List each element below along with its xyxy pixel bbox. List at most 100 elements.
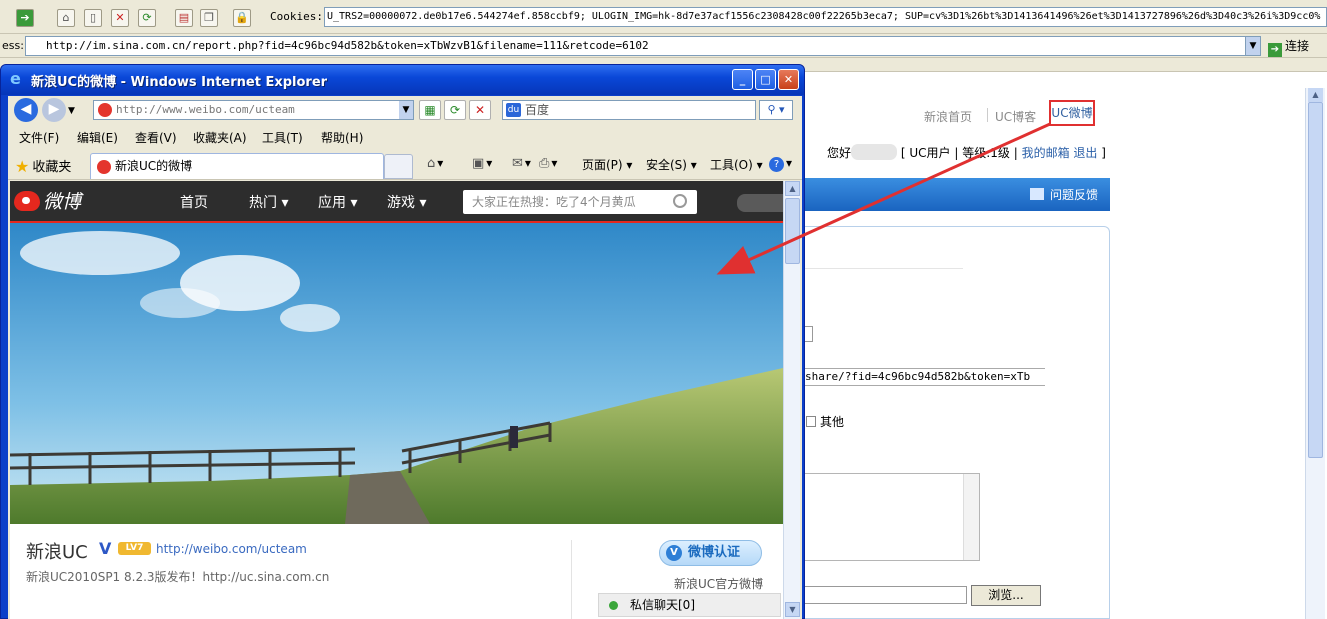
favorites-button[interactable]: ★ 收藏夹 [15, 156, 71, 176]
mailbox-link[interactable]: 我的邮箱 [1022, 146, 1070, 160]
popup-address-text: http://www.weibo.com/ucteam [116, 103, 295, 116]
menu-edit[interactable]: 编辑(E) [77, 129, 118, 146]
search-icon[interactable] [673, 194, 687, 208]
page-icon[interactable]: ▯ [84, 9, 102, 27]
nav-divider [987, 108, 988, 122]
weibo-favicon-icon [98, 103, 112, 117]
stop-icon[interactable]: ✕ [111, 9, 129, 27]
safety-menu-label: 安全(S) [646, 158, 687, 172]
textarea-scrollbar[interactable] [963, 474, 979, 560]
search-icon[interactable]: ⚲ ▾ [759, 100, 793, 120]
tools-menu[interactable]: 工具(O) ▾ [710, 156, 763, 173]
popup-menu-bar [8, 126, 802, 148]
user-level: 等级:1级 [962, 146, 1010, 160]
help-button[interactable]: ? ▾ [769, 156, 792, 172]
private-chat-bar[interactable]: 私信聊天[0] [598, 593, 781, 617]
nav-sina-home[interactable]: 新浪首页 [924, 108, 972, 125]
home-button[interactable]: ⌂ ▾ [427, 156, 443, 171]
minimize-button[interactable]: _ [732, 69, 753, 90]
address-input[interactable]: http://im.sina.com.cn/report.php?fid=4c9… [25, 36, 1261, 56]
file-input[interactable] [805, 586, 967, 604]
category-select[interactable] [805, 326, 813, 342]
scroll-down-icon[interactable]: ▼ [785, 602, 800, 617]
browse-button[interactable]: 浏览... [971, 585, 1041, 606]
tab-title: 新浪UC的微博 [115, 159, 193, 173]
refresh-icon[interactable]: ⟳ [444, 100, 466, 120]
scroll-thumb[interactable] [785, 198, 800, 264]
nav-uc-blog[interactable]: UC博客 [995, 108, 1036, 125]
mail-button[interactable]: ✉ ▾ [512, 156, 531, 171]
lock-icon[interactable]: 🔒 [233, 9, 251, 27]
weibo-user-blurred [737, 194, 783, 212]
safety-menu[interactable]: 安全(S) ▾ [646, 156, 697, 173]
tab-weibo[interactable]: 新浪UC的微博 [90, 153, 384, 179]
compat-view-icon[interactable]: ▦ [419, 100, 441, 120]
weibo-nav-apps[interactable]: 应用 ▾ [318, 192, 357, 212]
weibo-nav-hot[interactable]: 热门 ▾ [249, 192, 288, 212]
other-checkbox[interactable]: 其他 [806, 413, 844, 430]
weibo-search-input[interactable]: 大家正在热搜：吃了4个月黄瓜 [463, 190, 697, 214]
menu-favorites[interactable]: 收藏夹(A) [193, 129, 247, 146]
document-icon[interactable]: ▤ [175, 9, 193, 27]
user-type: [ UC用户 | [900, 146, 959, 160]
weibo-nav-games-label: 游戏 [387, 195, 415, 211]
home-icon[interactable]: ⌂ [57, 9, 75, 27]
forward-icon[interactable]: ➔ [16, 9, 34, 27]
feedback-link[interactable]: 问题反馈 [1030, 186, 1098, 203]
star-icon: ★ [15, 157, 30, 176]
new-tab-button[interactable] [384, 154, 413, 179]
popup-address-input[interactable]: http://www.weibo.com/ucteam [93, 100, 414, 120]
weibo-logo[interactable]: 微博 [14, 187, 81, 214]
verified-caption: 新浪UC官方微博 [674, 577, 764, 591]
profile-divider [571, 540, 572, 619]
popup-search-input[interactable]: du 百度 [502, 100, 756, 120]
menu-tools[interactable]: 工具(T) [262, 129, 303, 146]
profile-name: 新浪UC [26, 542, 88, 563]
close-bracket: ] [1101, 146, 1106, 160]
weibo-eye-icon [14, 191, 40, 211]
logout-link[interactable]: 退出 [1073, 146, 1097, 160]
feedback-label: 问题反馈 [1050, 188, 1099, 202]
feeds-button[interactable]: ▣ ▾ [472, 156, 492, 171]
popup-title: 新浪UC的微博 - Windows Internet Explorer [31, 75, 328, 90]
address-dropdown-icon[interactable]: ▼ [1245, 37, 1260, 55]
nav-uc-weibo-highlighted[interactable]: UC微博 [1049, 100, 1095, 126]
print-button[interactable]: ⎙ ▾ [539, 156, 557, 171]
checkbox-icon[interactable] [806, 416, 816, 427]
scroll-up-icon[interactable]: ▲ [1308, 88, 1323, 102]
background-vertical-scrollbar[interactable]: ▲ [1305, 88, 1325, 619]
popup-vertical-scrollbar[interactable]: ▲ ▼ [783, 181, 800, 619]
description-textarea[interactable] [805, 473, 980, 561]
weibo-nav-games[interactable]: 游戏 ▾ [387, 192, 426, 212]
back-icon[interactable]: ◀ [14, 98, 38, 122]
refresh-icon[interactable]: ⟳ [138, 9, 156, 27]
profile-description: 新浪UC2010SP1 8.2.3版发布！http://uc.sina.com.… [26, 570, 330, 584]
verified-badge-button[interactable]: V 微博认证 [659, 540, 762, 566]
menu-view[interactable]: 查看(V) [135, 129, 177, 146]
verified-icon: V [666, 545, 682, 561]
scroll-up-icon[interactable]: ▲ [785, 181, 800, 196]
maximize-button[interactable]: □ [755, 69, 776, 90]
close-button[interactable]: ✕ [778, 69, 799, 90]
verified-badge-label: 微博认证 [688, 545, 741, 560]
menu-file[interactable]: 文件(F) [19, 129, 59, 146]
history-dropdown-icon[interactable]: ▼ [68, 106, 75, 116]
share-url-field[interactable]: share/?fid=4c96bc94d582b&token=xTb [805, 368, 1045, 386]
forward-icon[interactable]: ▶ [42, 98, 66, 122]
cookies-label: Cookies: [270, 10, 323, 23]
cookies-field[interactable]: U_TRS2=00000072.de0b17e6.544274ef.858ccb… [324, 7, 1327, 27]
verified-v-icon: V [99, 539, 112, 558]
username-blurred [851, 144, 898, 160]
popup-address-dropdown-icon[interactable]: ▼ [399, 101, 413, 119]
weibo-nav-hot-label: 热门 [249, 195, 277, 211]
page-menu-label: 页面(P) [582, 158, 623, 172]
weibo-nav-home[interactable]: 首页 [180, 192, 208, 212]
copy-icon[interactable]: ❐ [200, 9, 218, 27]
stop-icon[interactable]: ✕ [469, 100, 491, 120]
go-button[interactable]: ➔ 连接 [1268, 37, 1309, 57]
profile-url-link[interactable]: http://weibo.com/ucteam [156, 542, 307, 556]
page-menu[interactable]: 页面(P) ▾ [582, 156, 632, 173]
go-arrow-icon: ➔ [1268, 43, 1282, 57]
scroll-thumb[interactable] [1308, 102, 1323, 458]
menu-help[interactable]: 帮助(H) [321, 129, 363, 146]
